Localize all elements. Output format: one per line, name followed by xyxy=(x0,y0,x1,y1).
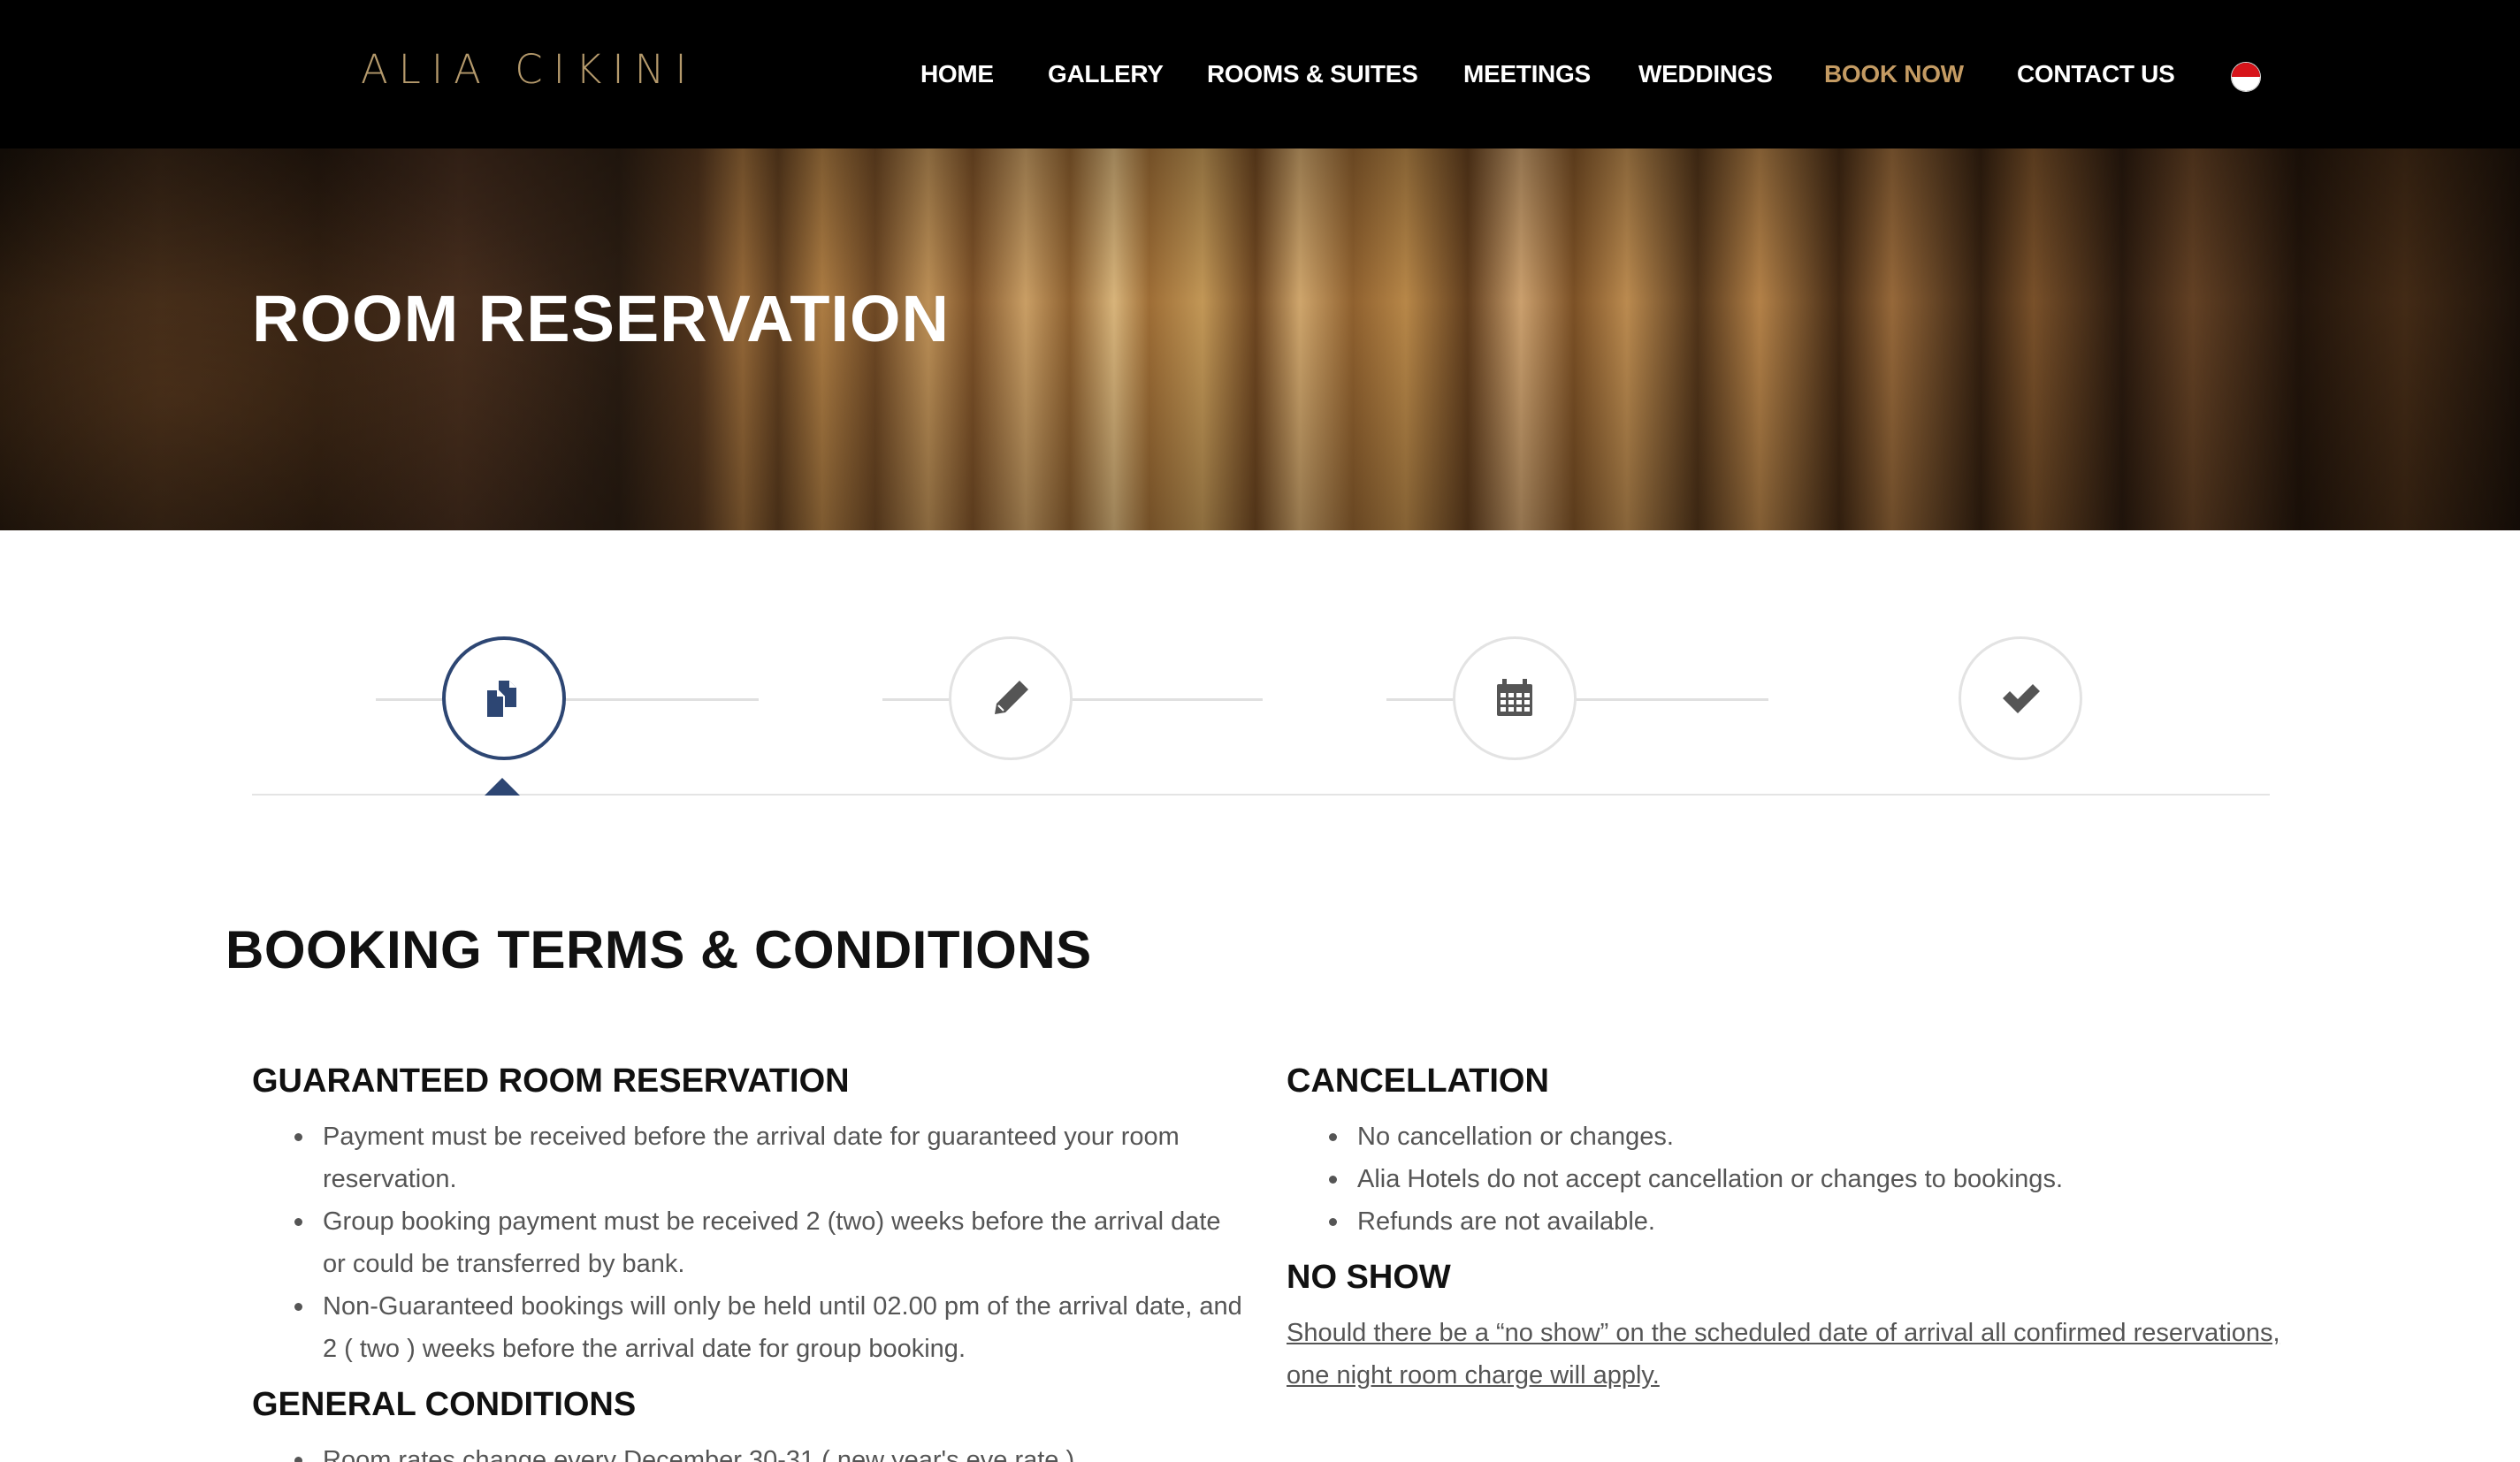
cancellation-list: No cancellation or changes. Alia Hotels … xyxy=(1287,1116,2312,1243)
nav-book-now-link[interactable]: BOOK NOW xyxy=(1824,60,1964,88)
step-terms[interactable] xyxy=(442,636,566,760)
list-item: Alia Hotels do not accept cancellation o… xyxy=(1287,1158,2312,1200)
hero-banner: ROOM RESERVATION xyxy=(0,148,2520,530)
nav-home-link[interactable]: HOME xyxy=(920,60,994,88)
step-confirm[interactable] xyxy=(1959,636,2082,760)
general-conditions-title: GENERAL CONDITIONS xyxy=(252,1386,637,1423)
step-connector xyxy=(376,698,759,701)
pencil-icon xyxy=(995,681,1028,714)
no-show-title: NO SHOW xyxy=(1287,1259,1451,1296)
no-show-text[interactable]: Should there be a “no show” on the sched… xyxy=(1287,1312,2312,1397)
page-title: ROOM RESERVATION xyxy=(252,282,950,355)
nav-rooms-suites-link[interactable]: ROOMS & SUITES xyxy=(1207,60,1418,88)
stepper-baseline xyxy=(252,794,2270,796)
indonesia-flag-icon[interactable] xyxy=(2231,62,2261,92)
general-conditions-list: Room rates change every December 30-31 (… xyxy=(252,1439,1242,1462)
list-item: Payment must be received before the arri… xyxy=(252,1116,1242,1200)
nav-meetings-link[interactable]: MEETINGS xyxy=(1463,60,1591,88)
cancellation-title: CANCELLATION xyxy=(1287,1062,1549,1100)
nav-gallery-link[interactable]: GALLERY xyxy=(1048,60,1164,88)
list-item: No cancellation or changes. xyxy=(1287,1116,2312,1158)
step-dates[interactable] xyxy=(1453,636,1577,760)
terms-left-column: GUARANTEED ROOM RESERVATION Payment must… xyxy=(252,1059,1242,1462)
step-connector xyxy=(1386,698,1768,701)
list-item: Refunds are not available. xyxy=(1287,1200,2312,1243)
terms-heading: BOOKING TERMS & CONDITIONS xyxy=(225,920,1092,979)
terms-right-column: CANCELLATION No cancellation or changes.… xyxy=(1287,1059,2312,1397)
list-item: Group booking payment must be received 2… xyxy=(252,1200,1242,1285)
step-details[interactable] xyxy=(949,636,1073,760)
top-navigation-bar: ALIA CIKINI HOME GALLERY ROOMS & SUITES … xyxy=(0,0,2520,148)
booking-steps xyxy=(252,636,2270,796)
documents-icon xyxy=(485,681,516,719)
list-item: Room rates change every December 30-31 (… xyxy=(252,1439,1242,1462)
calendar-icon xyxy=(1497,679,1532,716)
active-step-indicator xyxy=(485,778,520,796)
list-item: Non-Guaranteed bookings will only be hel… xyxy=(252,1285,1242,1370)
nav-weddings-link[interactable]: WEDDINGS xyxy=(1638,60,1773,88)
checkmark-icon xyxy=(2003,684,2040,713)
guaranteed-reservation-list: Payment must be received before the arri… xyxy=(252,1116,1242,1370)
guaranteed-reservation-title: GUARANTEED ROOM RESERVATION xyxy=(252,1062,850,1100)
step-connector xyxy=(882,698,1263,701)
nav-contact-us-link[interactable]: CONTACT US xyxy=(2017,60,2175,88)
main-nav: HOME GALLERY ROOMS & SUITES MEETINGS WED… xyxy=(0,60,2520,95)
